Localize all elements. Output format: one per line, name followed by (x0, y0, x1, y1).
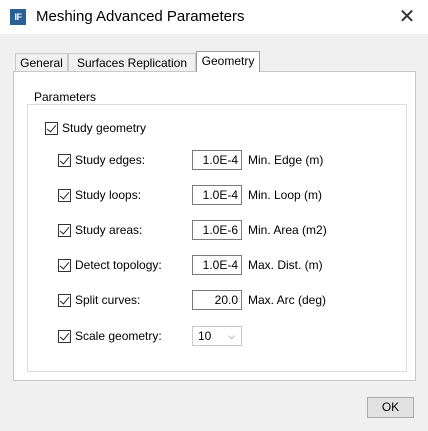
checkmark-icon[interactable] (45, 121, 58, 135)
min-area-input[interactable]: 1.0E-6 (192, 220, 242, 240)
tab-geometry[interactable]: Geometry (196, 51, 260, 72)
scale-geometry-value: 10 (198, 329, 212, 343)
chevron-down-icon: ⌵ (228, 331, 235, 341)
study-loops-checkbox[interactable]: Study loops: (58, 188, 141, 202)
detect-topology-checkbox[interactable]: Detect topology: (58, 258, 162, 272)
study-geometry-label: Study geometry (62, 121, 147, 135)
checkmark-icon[interactable] (58, 223, 71, 237)
min-loop-input[interactable]: 1.0E-4 (192, 185, 242, 205)
min-loop-unit-label: Min. Loop (m) (248, 188, 323, 202)
scale-geometry-checkbox[interactable]: Scale geometry: (58, 329, 162, 343)
study-edges-checkbox[interactable]: Study edges: (58, 153, 145, 167)
checkmark-icon[interactable] (58, 258, 71, 272)
study-edges-label: Study edges: (75, 153, 146, 167)
window-title: Meshing Advanced Parameters (36, 8, 245, 25)
study-geometry-checkbox[interactable]: Study geometry (45, 121, 146, 135)
study-loops-label: Study loops: (75, 188, 142, 202)
checkmark-icon[interactable] (58, 153, 71, 167)
split-curves-checkbox[interactable]: Split curves: (58, 293, 140, 307)
min-edge-unit-label: Min. Edge (m) (248, 153, 324, 167)
scale-geometry-label: Scale geometry: (75, 329, 162, 343)
app-logo-icon: IF (10, 9, 26, 25)
checkmark-icon[interactable] (58, 293, 71, 307)
scale-geometry-select[interactable]: 10 ⌵ (192, 326, 242, 346)
parameters-group-label: Parameters (34, 90, 97, 104)
tab-general[interactable]: General (15, 53, 68, 72)
tab-surfaces-replication[interactable]: Surfaces Replication (68, 53, 196, 72)
title-bar: IF Meshing Advanced Parameters ✕ (0, 0, 428, 34)
max-arc-input[interactable]: 20.0 (192, 290, 242, 310)
close-icon[interactable]: ✕ (396, 6, 418, 28)
detect-topology-label: Detect topology: (75, 258, 162, 272)
max-dist-input[interactable]: 1.0E-4 (192, 255, 242, 275)
max-arc-unit-label: Max. Arc (deg) (248, 293, 327, 307)
checkmark-icon[interactable] (58, 188, 71, 202)
ok-button[interactable]: OK (367, 397, 414, 418)
study-areas-checkbox[interactable]: Study areas: (58, 223, 142, 237)
split-curves-label: Split curves: (75, 293, 141, 307)
min-area-unit-label: Min. Area (m2) (248, 223, 327, 237)
max-dist-unit-label: Max. Dist. (m) (248, 258, 323, 272)
checkmark-icon[interactable] (58, 329, 71, 343)
min-edge-input[interactable]: 1.0E-4 (192, 150, 242, 170)
study-areas-label: Study areas: (75, 223, 143, 237)
